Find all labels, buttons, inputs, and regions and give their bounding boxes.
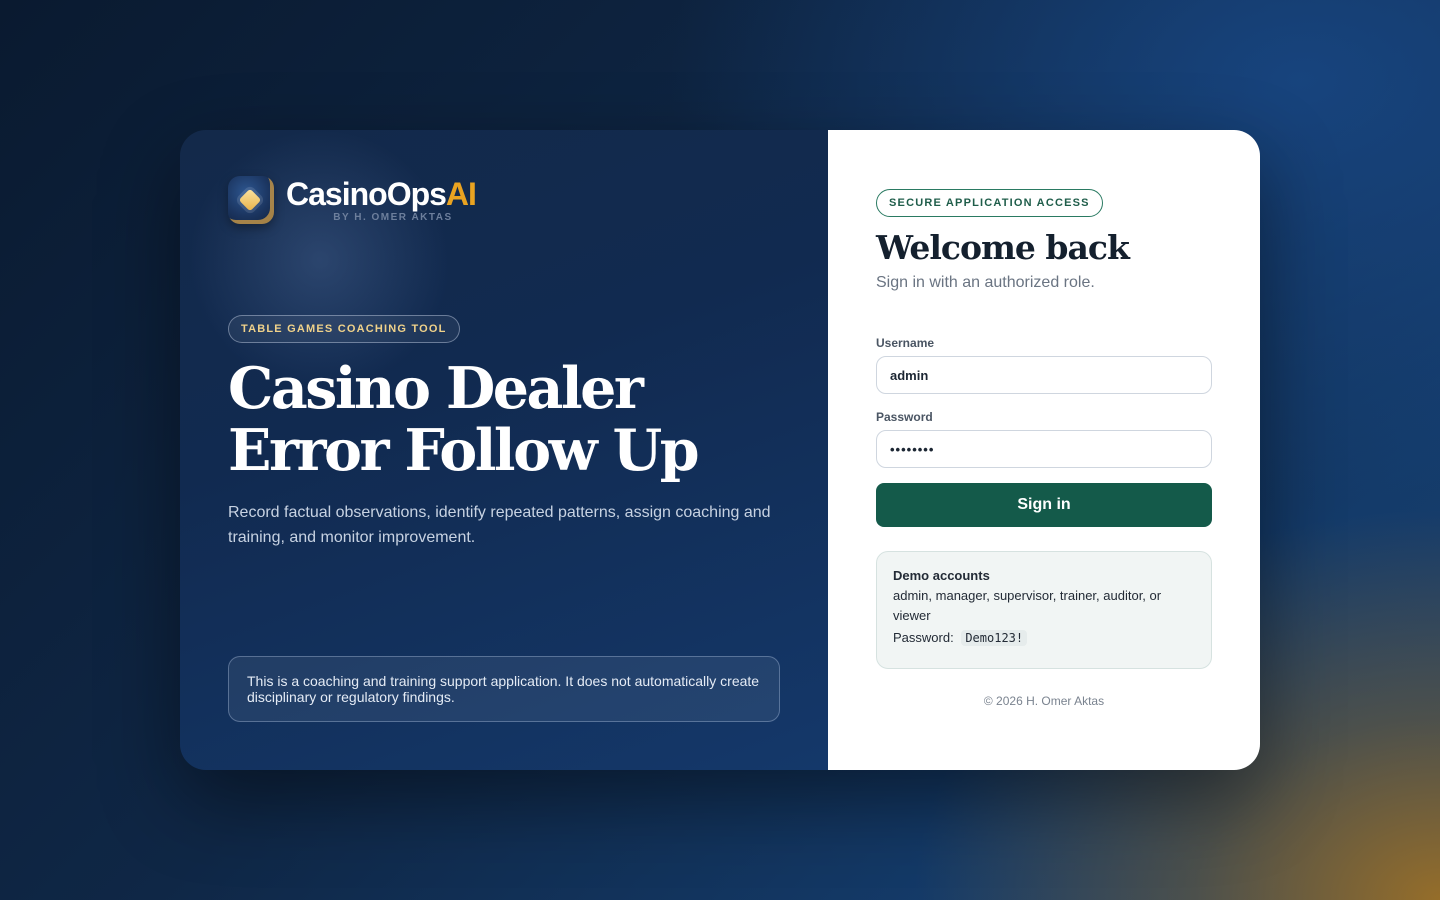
copyright: © 2026 H. Omer Aktas (983, 694, 1105, 708)
demo-roles: admin, manager, supervisor, trainer, aud… (893, 588, 1162, 623)
disclaimer-note: This is a coaching and training support … (228, 656, 780, 722)
brand-text: CasinoOpsAI BY H. OMER AKTAS (286, 176, 477, 223)
login-title: Welcome back (876, 228, 1130, 267)
brand-name: CasinoOpsAI (286, 176, 477, 212)
diamond-icon (238, 188, 262, 212)
hero-description: Record factual observations, identify re… (228, 504, 771, 546)
brand-byline: BY H. OMER AKTAS (333, 212, 453, 223)
brand-name-accent: AI (445, 176, 477, 212)
username-label: Username (876, 336, 935, 350)
headline-line-1: Casino Dealer (228, 355, 644, 422)
login-subtitle: Sign in with an authorized role. (876, 274, 1095, 291)
demo-password-row: Password: Demo123! (893, 628, 1195, 648)
login-card: CasinoOpsAI BY H. OMER AKTAS TABLE GAMES… (180, 130, 1260, 770)
demo-password-label: Password: (893, 630, 954, 645)
hero-tag: TABLE GAMES COACHING TOOL (228, 315, 460, 343)
hero-headline: Casino Dealer Error Follow Up (228, 358, 788, 482)
demo-accounts-box: Demo accounts admin, manager, supervisor… (876, 551, 1212, 669)
logo-icon (228, 176, 274, 224)
brand: CasinoOpsAI BY H. OMER AKTAS (228, 176, 477, 224)
sign-in-button[interactable]: Sign in (876, 483, 1212, 527)
headline-line-2: Error Follow Up (228, 417, 700, 484)
password-label: Password (876, 410, 933, 424)
secure-access-tag: SECURE APPLICATION ACCESS (876, 189, 1103, 217)
brand-name-main: CasinoOps (286, 176, 447, 212)
demo-title: Demo accounts (893, 568, 990, 583)
password-input[interactable] (876, 430, 1212, 468)
login-panel: SECURE APPLICATION ACCESS Welcome back S… (828, 130, 1260, 770)
hero-panel: CasinoOpsAI BY H. OMER AKTAS TABLE GAMES… (180, 130, 828, 770)
demo-password-value: Demo123! (961, 630, 1028, 646)
username-input[interactable] (876, 356, 1212, 394)
